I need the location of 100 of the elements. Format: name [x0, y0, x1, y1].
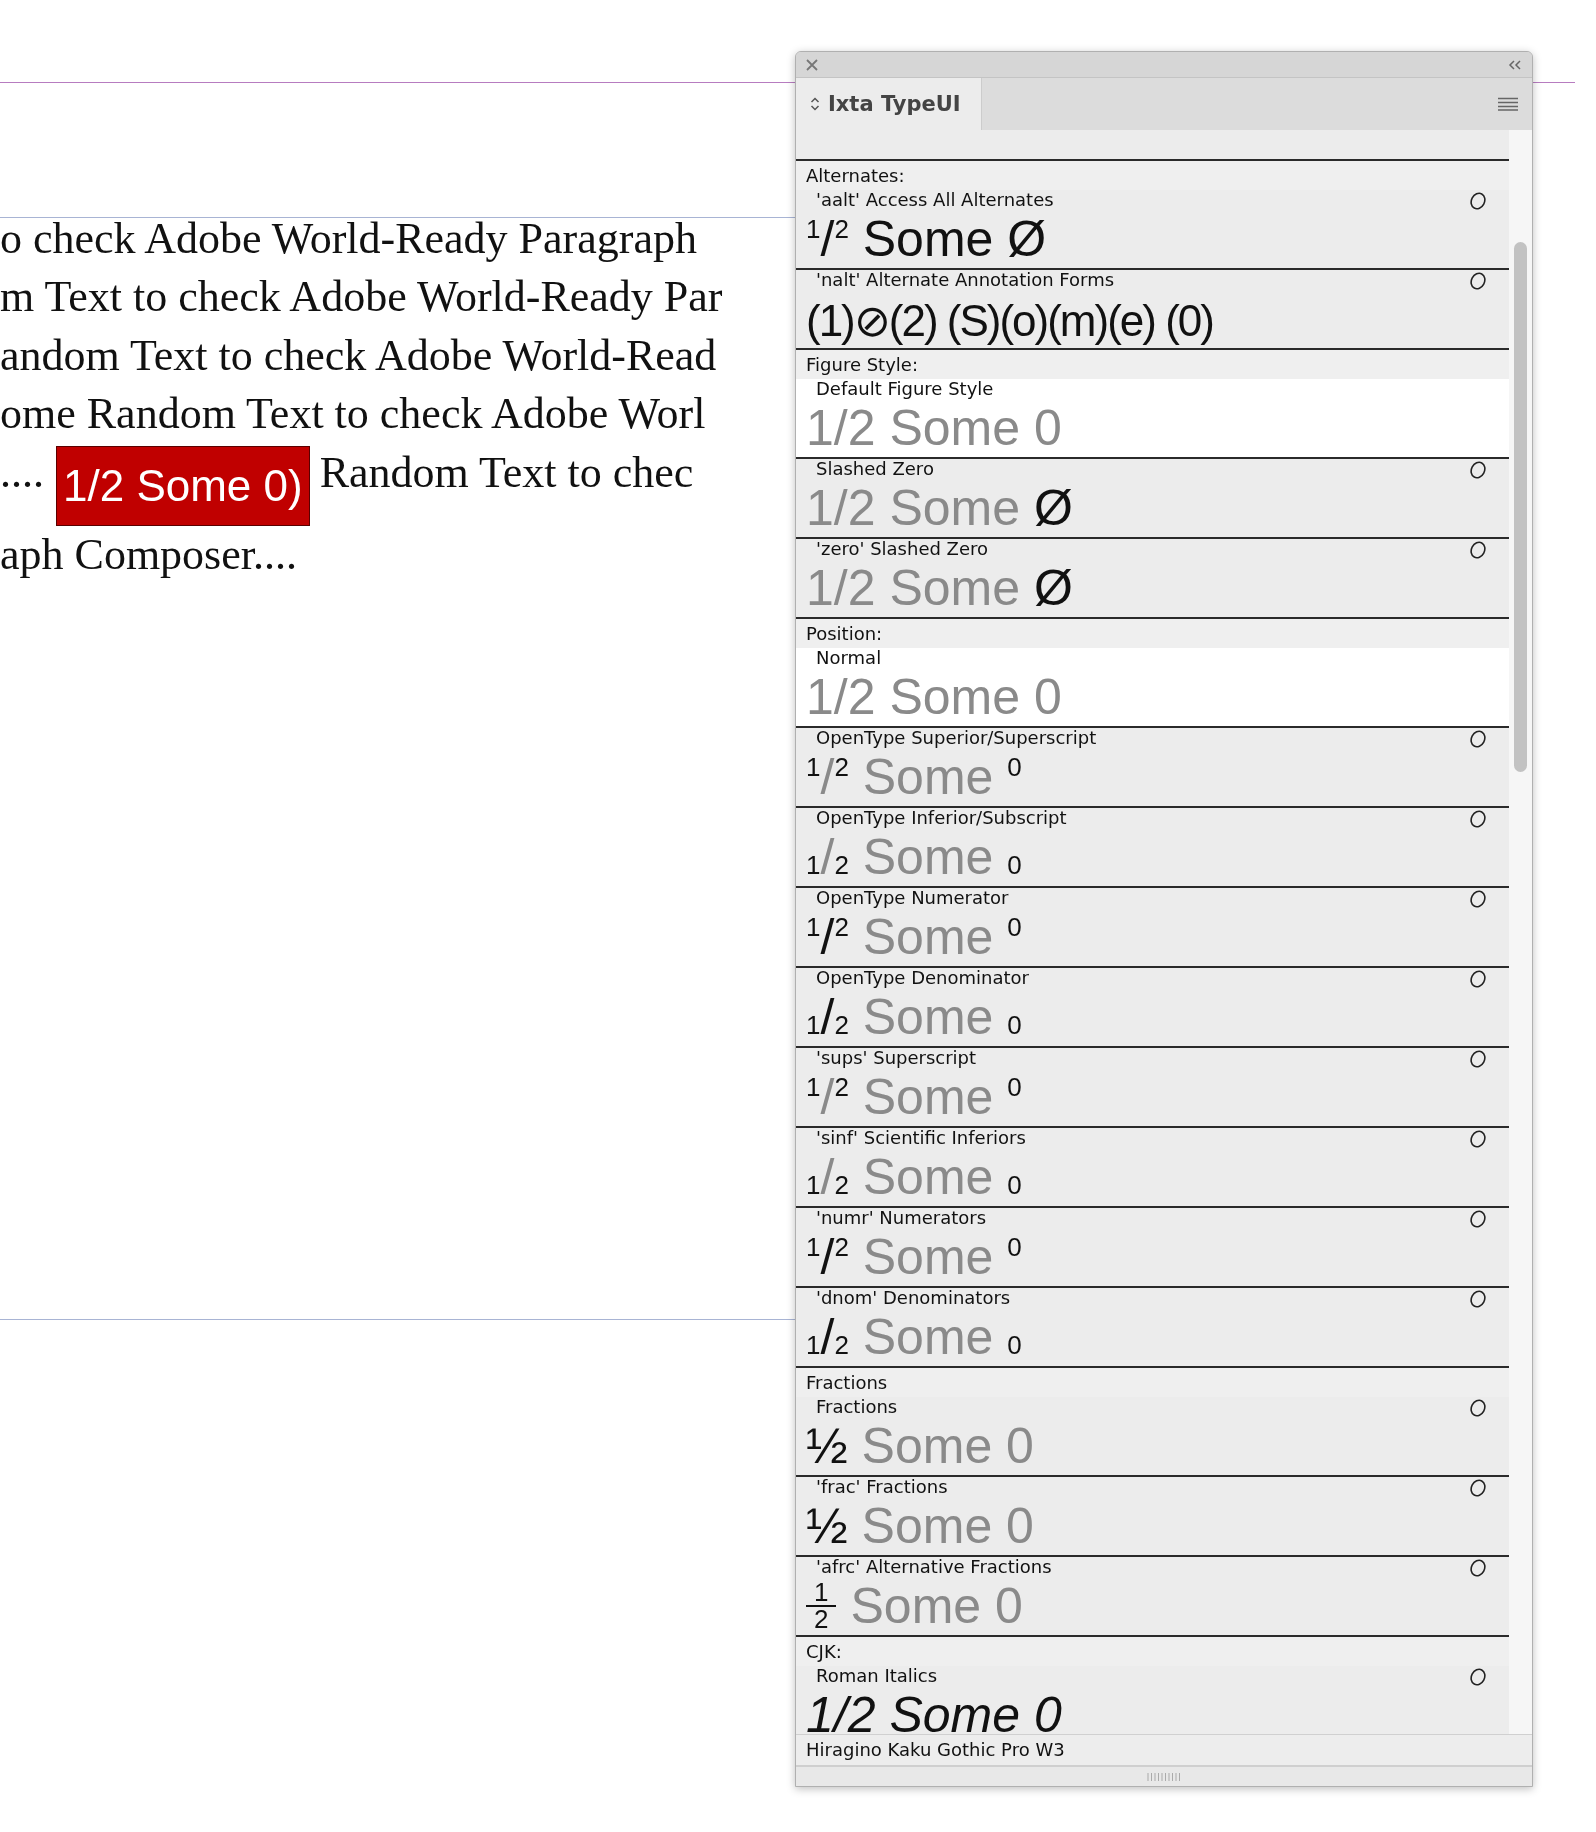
sample-glyphs: 2	[834, 912, 849, 943]
feature-label: Default Figure Style	[816, 379, 994, 400]
sample-glyphs: 2	[834, 1072, 849, 1103]
feature-item[interactable]: OpenType Numerator $^{1}$/$^{2}$ Some $^{0}$	[796, 888, 1509, 969]
sample-glyphs: 0	[1007, 1010, 1022, 1041]
sample-glyphs: /	[820, 749, 835, 806]
sample-glyphs: Some	[861, 749, 995, 806]
feature-item[interactable]: Default Figure Style 1/2 Some 0	[796, 379, 1509, 460]
oval-icon	[1467, 730, 1489, 749]
sample-glyphs: Some	[861, 829, 995, 886]
sample-glyphs: Some	[861, 989, 995, 1046]
sample-glyphs: ½	[806, 1498, 848, 1555]
feature-label: Normal	[816, 648, 882, 669]
feature-item[interactable]: 'zero' Slashed Zero 1/2 Some Ø	[796, 539, 1509, 620]
sample-glyphs: /	[820, 1149, 835, 1206]
body-text: m Text to check Adobe World-Ready Par	[0, 272, 723, 322]
sample-glyphs: 2	[834, 1170, 849, 1201]
feature-item[interactable]: OpenType Inferior/Subscript 1/2 Some 0	[796, 808, 1509, 889]
feature-label: 'sups' Superscript	[816, 1048, 977, 1069]
panel-tab[interactable]: Ixta TypeUI	[796, 78, 982, 131]
sample-glyphs: Some	[861, 1229, 995, 1286]
oval-icon	[1467, 192, 1489, 211]
body-text: Random Text to chec	[319, 447, 694, 497]
feature-item[interactable]: 'numr' Numerators $^{1}$/$^{2}$ Some $^{0}$	[796, 1208, 1509, 1289]
sample-glyphs: 1/2 Some 0	[806, 400, 1062, 457]
sample-glyphs: 2	[834, 850, 849, 881]
font-name: Hiragino Kaku Gothic Pro W3	[796, 1734, 1532, 1766]
oval-icon	[1467, 1130, 1489, 1149]
resize-grip-icon[interactable]	[1146, 1771, 1182, 1782]
sample-glyphs: (1)⊘(2) (S)(o)(m)(e) (0)	[806, 296, 1213, 346]
feature-item[interactable]: 'nalt' Alternate Annotation Forms (1)⊘(2) (S)(o)(m)(e) (0)	[796, 270, 1509, 351]
sample-glyphs: 2	[834, 1232, 849, 1263]
sample-glyphs: 1	[806, 1010, 821, 1041]
feature-label: 'zero' Slashed Zero	[816, 539, 989, 560]
sample-glyphs: 0	[1007, 1072, 1022, 1103]
sample-glyphs: /	[820, 989, 835, 1046]
sample-glyphs: 1	[806, 214, 821, 245]
oval-icon	[1467, 1050, 1489, 1069]
oval-icon	[1467, 970, 1489, 989]
feature-item[interactable]: 'dnom' Denominators 1/2 Some 0	[796, 1288, 1509, 1369]
body-text: ome Random Text to check Adobe Worl	[0, 389, 706, 439]
sample-glyphs: 1	[806, 752, 821, 783]
sample-glyphs: Some	[861, 909, 995, 966]
sample-glyphs: 2	[834, 214, 849, 245]
oval-icon	[1467, 1210, 1489, 1229]
oval-icon	[1467, 890, 1489, 909]
sample-glyphs: /	[820, 1309, 835, 1366]
sample-glyphs: 2	[834, 1330, 849, 1361]
feature-label: OpenType Numerator	[816, 888, 1009, 909]
feature-label: Slashed Zero	[816, 459, 934, 480]
sample-glyphs: Some 0	[860, 1498, 1034, 1555]
feature-item[interactable]: 'sinf' Scientific Inferiors 1/2 Some 0	[796, 1128, 1509, 1209]
sample-glyphs: 1	[806, 1170, 821, 1201]
sample-glyphs: ½	[806, 1418, 848, 1475]
menu-icon[interactable]	[1498, 97, 1518, 112]
sample-glyphs: /	[820, 211, 835, 268]
oval-icon	[1467, 541, 1489, 560]
fraction-digit: 1	[806, 1580, 837, 1608]
body-text: andom Text to check Adobe World-Read	[0, 330, 717, 380]
sample-glyphs: Some	[861, 1149, 995, 1206]
updown-icon	[810, 96, 820, 113]
oval-icon	[1467, 461, 1489, 480]
sample-glyphs: Some 0	[860, 1418, 1034, 1475]
sample-glyphs: 0	[1007, 1232, 1022, 1263]
sample-glyphs: 0	[1007, 1170, 1022, 1201]
fraction-digit: 2	[814, 1607, 829, 1633]
feature-label: 'sinf' Scientific Inferiors	[816, 1128, 1026, 1149]
highlighted-text: 1/2 Some 0)	[56, 445, 310, 526]
sample-glyphs: 2	[834, 752, 849, 783]
feature-label: OpenType Superior/Superscript	[816, 728, 1097, 749]
sample-glyphs: 1	[806, 1330, 821, 1361]
oval-icon	[1467, 272, 1489, 291]
sample-glyphs: 1/2 Some	[806, 480, 1021, 537]
sample-glyphs: Ø	[1033, 480, 1073, 537]
feature-item[interactable]: OpenType Denominator 1/2 Some 0	[796, 968, 1509, 1049]
sample-glyphs: 1	[806, 912, 821, 943]
oval-icon	[1467, 1290, 1489, 1309]
sample-glyphs: 0	[1007, 912, 1022, 943]
feature-item[interactable]: Slashed Zero 1/2 Some Ø	[796, 459, 1509, 540]
scrollbar-thumb[interactable]	[1514, 242, 1527, 773]
feature-label: OpenType Denominator	[816, 968, 1029, 989]
feature-item[interactable]: 'frac' Fractions ½ Some 0	[796, 1477, 1509, 1558]
sample-glyphs: Some Ø	[861, 211, 1047, 268]
sample-glyphs: Ø	[1033, 560, 1073, 617]
feature-label: 'dnom' Denominators	[816, 1288, 1011, 1309]
feature-item[interactable]: Fractions ½ Some 0	[796, 1397, 1509, 1478]
feature-label: 'numr' Numerators	[816, 1208, 987, 1229]
feature-label: Roman Italics	[816, 1666, 938, 1687]
feature-item[interactable]: Normal 1/2 Some 0	[796, 648, 1509, 729]
feature-item[interactable]: 'aalt' Access All Alternates $^{1}$/$^{2}$ Some Ø	[796, 190, 1509, 271]
feature-item[interactable]: 'sups' Superscript $^{1}$/$^{2}$ Some $^{0}$	[796, 1048, 1509, 1129]
body-text: aph Composer....	[0, 529, 297, 579]
oval-icon	[1467, 1559, 1489, 1578]
feature-item[interactable]: OpenType Superior/Superscript $^{1}$/$^{2}$ Some $^{0}$	[796, 728, 1509, 809]
sample-glyphs: 1/2 Some 0	[806, 669, 1062, 726]
sample-glyphs: 2	[834, 1010, 849, 1041]
close-icon[interactable]	[806, 58, 818, 71]
oval-icon	[1467, 810, 1489, 829]
feature-label: 'afrc' Alternative Fractions	[816, 1557, 1052, 1578]
collapse-icon[interactable]	[1508, 59, 1522, 70]
